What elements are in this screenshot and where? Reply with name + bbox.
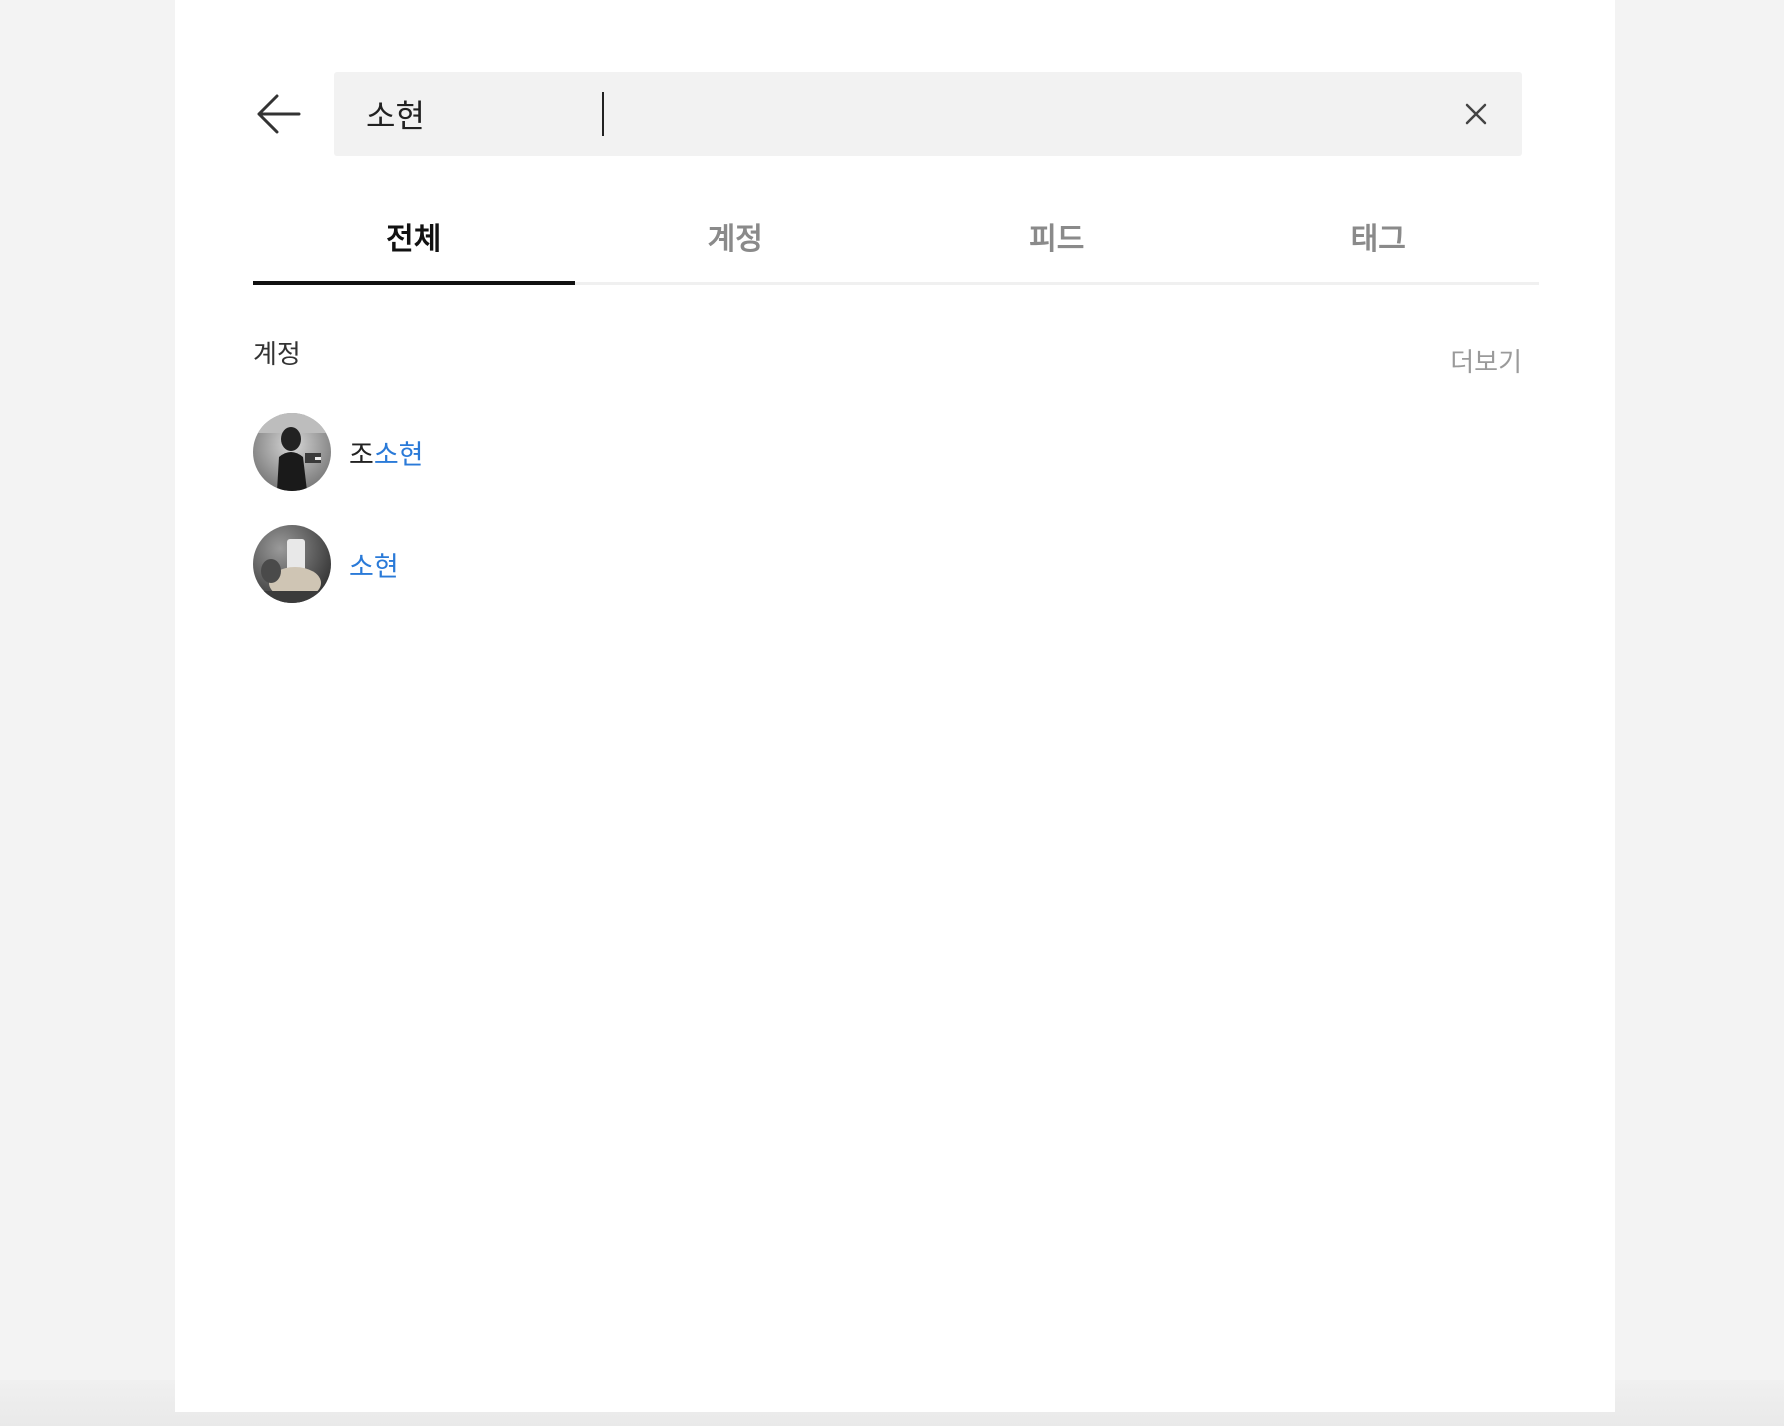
accounts-section-title: 계정 [253,340,301,370]
tab-all[interactable]: 전체 [253,210,575,285]
clear-search-button[interactable] [1458,96,1494,132]
account-name-match: 소현 [373,439,424,471]
tab-accounts[interactable]: 계정 [575,210,897,282]
account-name: 조소현 [349,433,424,472]
avatar [253,413,331,491]
tab-feed[interactable]: 피드 [896,210,1218,282]
arrow-left-icon [257,94,301,134]
search-box[interactable] [334,71,1522,157]
search-input[interactable] [334,71,1522,157]
text-caret [602,92,604,136]
avatar [253,525,331,603]
more-link[interactable]: 더보기 [1450,342,1522,379]
result-tabs: 전체 계정 피드 태그 [253,210,1539,285]
account-row[interactable]: 소현 [253,524,399,604]
search-panel: 전체 계정 피드 태그 계정 더보기 조소 [175,0,1615,1412]
back-button[interactable] [250,88,306,140]
tab-tags[interactable]: 태그 [1218,210,1540,282]
account-name-match: 소현 [349,551,399,583]
account-row[interactable]: 조소현 [253,412,424,492]
account-name-prefix: 조 [349,439,374,471]
close-icon [1465,103,1487,125]
account-name: 소현 [349,545,399,584]
